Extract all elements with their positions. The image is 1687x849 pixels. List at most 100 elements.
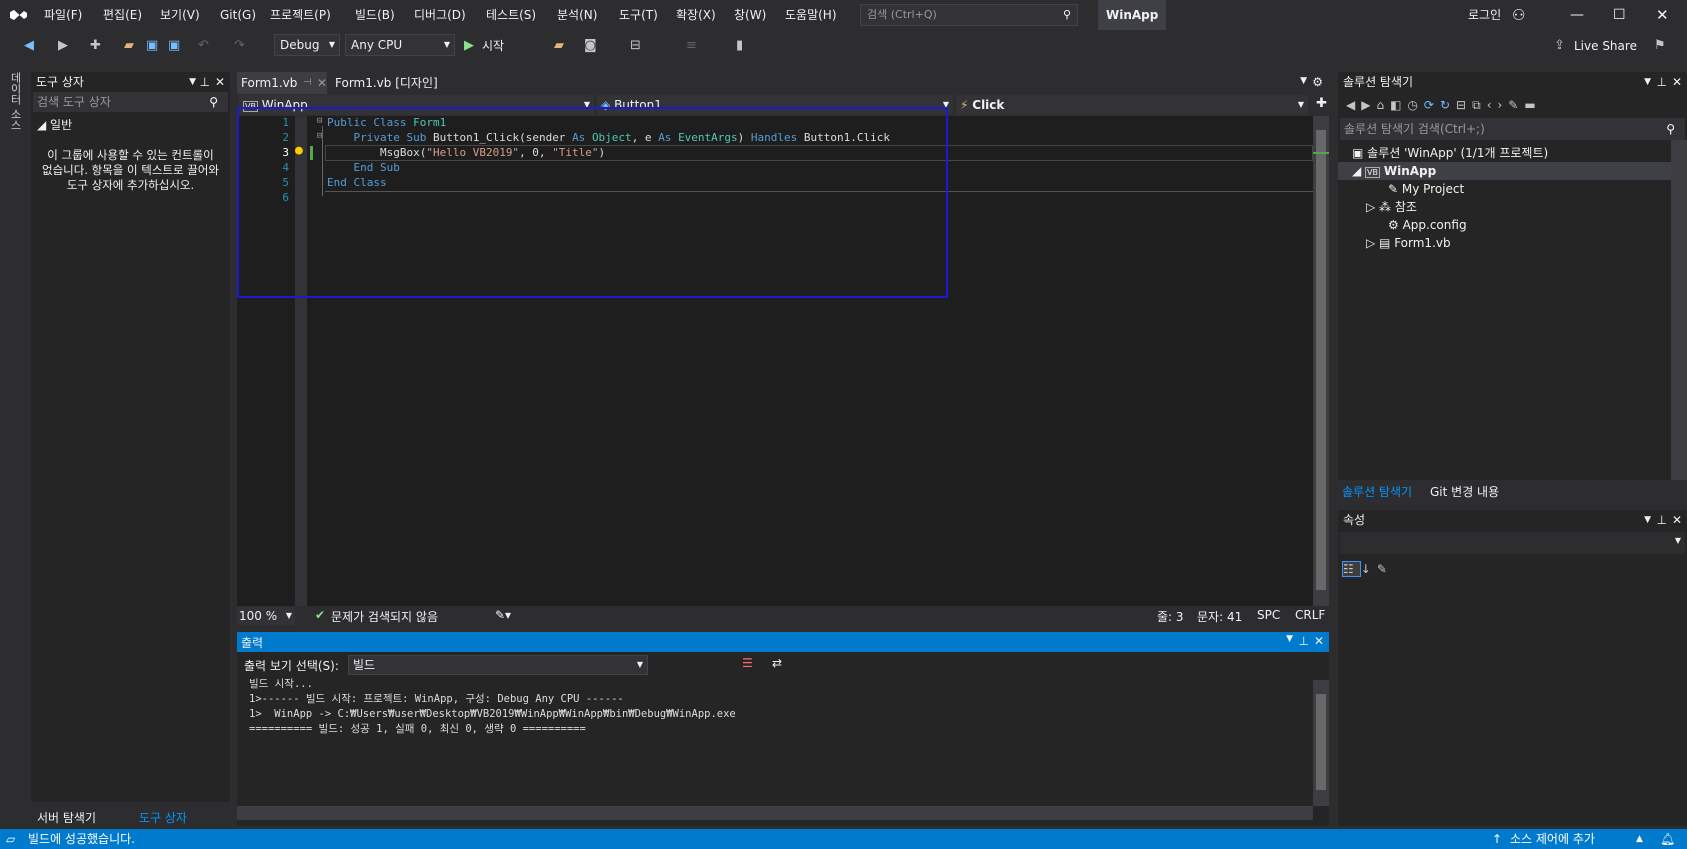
pin-icon[interactable]: ⊥ — [1657, 510, 1667, 530]
pin-icon[interactable]: ⊥ — [200, 72, 210, 92]
word-wrap-icon[interactable]: ⇄ — [772, 656, 782, 670]
collapse-all-icon[interactable]: ⊟ — [1456, 98, 1472, 112]
preview-icon[interactable]: ▬ — [1524, 98, 1541, 112]
feedback-icon[interactable]: ⚑ — [1654, 30, 1666, 62]
toolbox-group[interactable]: ◢ 일반 — [31, 112, 230, 134]
menu-item[interactable]: 테스트(S) — [486, 0, 536, 30]
save-all-icon[interactable]: ▣ — [168, 30, 180, 62]
refresh-icon[interactable]: ↻ — [1440, 98, 1456, 112]
forward-icon[interactable]: ▶ — [1361, 98, 1376, 112]
open-folder-icon[interactable]: ▰ — [124, 30, 134, 62]
zoom-select[interactable]: 100 % ▼ — [237, 607, 295, 625]
solution-search-input[interactable]: 솔루션 탐색기 검색(Ctrl+;) ⚲ — [1340, 118, 1685, 140]
tree-my-project[interactable]: ✎ My Project — [1388, 180, 1464, 198]
scroll-thumb[interactable] — [1316, 694, 1326, 790]
output-horizontal-scrollbar[interactable] — [237, 806, 1313, 820]
tab-list-icon[interactable]: ▼ — [1300, 76, 1307, 86]
maximize-button[interactable]: ☐ — [1613, 0, 1626, 30]
menu-item[interactable]: 디버그(D) — [414, 0, 466, 30]
dropdown-icon[interactable]: ▼ — [1644, 510, 1651, 530]
scroll-thumb[interactable] — [1316, 130, 1326, 590]
login-link[interactable]: 로그인 — [1468, 0, 1501, 30]
browse-icon[interactable]: ▰ — [554, 30, 564, 62]
undo-icon[interactable]: ↶ — [198, 30, 209, 62]
menu-item[interactable]: 파일(F) — [44, 0, 82, 30]
close-tab-icon[interactable]: ✕ — [317, 72, 327, 94]
tree-app-config[interactable]: ⚙ App.config — [1388, 216, 1467, 234]
minimize-button[interactable]: — — [1570, 0, 1584, 30]
show-all-icon[interactable]: ⧉ — [1472, 98, 1487, 112]
dropdown-icon[interactable]: ▼ — [1644, 72, 1651, 92]
tree-form1-vb[interactable]: ▷ ▤ Form1.vb — [1366, 234, 1451, 252]
output-text[interactable]: 빌드 시작... 1>------ 빌드 시작: 프로젝트: WinApp, 구성… — [249, 677, 736, 737]
screenshot-icon[interactable]: ◙ — [584, 30, 597, 62]
menu-item[interactable]: 도움말(H) — [785, 0, 837, 30]
forward-icon[interactable]: ▶ — [58, 30, 68, 62]
new-project-icon[interactable]: ✚ — [90, 30, 101, 62]
output-vertical-scrollbar[interactable] — [1313, 680, 1329, 806]
close-icon[interactable]: ✕ — [215, 72, 225, 92]
tab-solution-explorer[interactable]: 솔루션 탐색기 — [1342, 483, 1412, 500]
account-icon[interactable]: ⚇ — [1512, 0, 1525, 30]
tree-project[interactable]: ◢ VB WinApp — [1338, 162, 1687, 180]
menu-item[interactable]: 창(W) — [734, 0, 766, 30]
menu-item[interactable]: 보기(V) — [160, 0, 200, 30]
property-pages-icon[interactable]: ✎ — [1377, 562, 1393, 576]
clear-all-icon[interactable]: ☰ — [742, 656, 753, 670]
menu-item[interactable]: 편집(E) — [103, 0, 142, 30]
alphabetical-icon[interactable]: ↓ — [1361, 562, 1377, 576]
menu-item[interactable]: 빌드(B) — [355, 0, 395, 30]
output-window-icon[interactable]: ▱ — [6, 829, 15, 849]
pin-icon[interactable]: ⊥ — [1299, 634, 1309, 648]
tree-solution-root[interactable]: ▣ 솔루션 'WinApp' (1/1개 프로젝트) — [1352, 144, 1548, 162]
close-icon[interactable]: ✕ — [1672, 72, 1682, 92]
platform-select[interactable]: Any CPU ▼ — [345, 34, 455, 56]
history-icon[interactable]: ◷ — [1407, 98, 1423, 112]
tab-server-explorer[interactable]: 서버 탐색기 — [37, 809, 96, 826]
tree-references[interactable]: ▷ ⁂ 참조 — [1366, 198, 1417, 216]
close-button[interactable]: ✕ — [1656, 0, 1669, 30]
issues-status[interactable]: 문제가 검색되지 않음 — [331, 608, 438, 625]
bookmark-icon[interactable]: ▮ — [736, 30, 743, 62]
back-icon[interactable]: ◀ — [1346, 98, 1361, 112]
start-debug-icon[interactable]: ▶ — [464, 30, 474, 62]
event-dropdown[interactable]: ⚡ Click ▼ — [956, 95, 1308, 115]
source-control-button[interactable]: 소스 제어에 추가 — [1510, 829, 1595, 849]
settings-icon[interactable]: ⚙ — [1312, 75, 1323, 89]
live-share-button[interactable]: Live Share — [1574, 30, 1637, 62]
switch-view-icon[interactable]: ◧ — [1390, 98, 1407, 112]
code-editor[interactable]: 1 2 3 4 5 6 ● ⊟ ⊟ Public Class Form1 Pri… — [237, 107, 1313, 606]
tab-form1-designer[interactable]: Form1.vb [디자인] — [331, 72, 438, 94]
dropdown-icon[interactable]: ▼ — [1286, 634, 1293, 644]
back-icon[interactable]: ◀ — [24, 30, 34, 62]
save-icon[interactable]: ▣ — [146, 30, 158, 62]
data-sources-tab[interactable]: 데이터 소스 — [7, 72, 23, 131]
close-icon[interactable]: ✕ — [1314, 634, 1324, 648]
chevron-up-icon[interactable]: ▲ — [1636, 829, 1643, 849]
search-input[interactable]: 검색 (Ctrl+Q) ⚲ — [860, 4, 1078, 26]
split-icon[interactable]: ✚ — [1316, 96, 1327, 111]
menu-item[interactable]: 프로젝트(P) — [270, 0, 331, 30]
properties-object-select[interactable]: ▼ — [1340, 532, 1685, 554]
start-button[interactable]: 시작 — [482, 30, 504, 62]
categorized-icon[interactable]: ☷ — [1342, 561, 1361, 577]
redo-icon[interactable]: ↷ — [234, 30, 245, 62]
home-icon[interactable]: ⌂ — [1376, 98, 1390, 112]
menu-item[interactable]: 분석(N) — [557, 0, 597, 30]
menu-item[interactable]: 확장(X) — [676, 0, 716, 30]
close-icon[interactable]: ✕ — [1672, 510, 1682, 530]
pin-icon[interactable]: ⊥ — [1657, 72, 1667, 92]
code-icon[interactable]: ‹› — [1487, 98, 1509, 112]
menu-item[interactable]: Git(G) — [220, 0, 256, 30]
dropdown-icon[interactable]: ▼ — [189, 72, 196, 92]
sync-icon[interactable]: ⟳ — [1424, 98, 1440, 112]
tab-form1-vb[interactable]: Form1.vb ⊣ ✕ — [237, 72, 327, 94]
tab-toolbox[interactable]: 도구 상자 — [139, 809, 187, 826]
properties-icon[interactable]: ✎ — [1508, 98, 1524, 112]
brush-icon[interactable]: ✎▾ — [495, 608, 511, 622]
editor-vertical-scrollbar[interactable] — [1313, 116, 1329, 606]
output-source-select[interactable]: 빌드 ▼ — [348, 655, 648, 675]
menu-item[interactable]: 도구(T) — [619, 0, 658, 30]
configuration-select[interactable]: Debug ▼ — [274, 34, 340, 56]
toolbox-search-input[interactable]: 검색 도구 상자 ⚲ — [33, 92, 228, 112]
